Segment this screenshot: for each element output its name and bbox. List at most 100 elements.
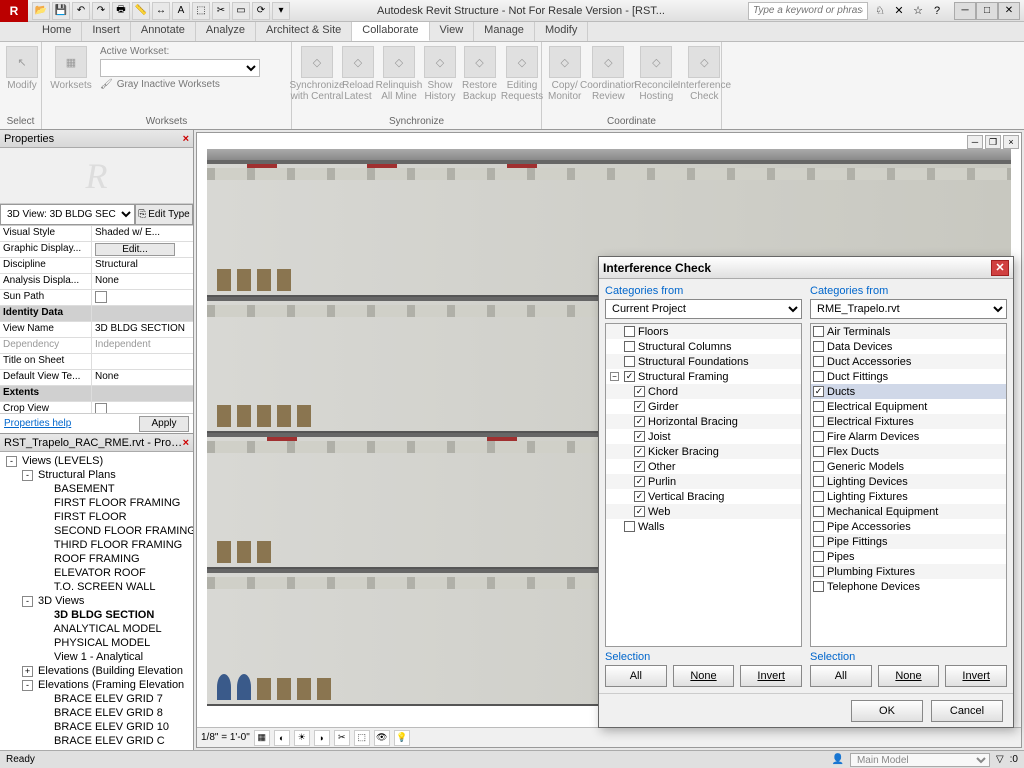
category-checkbox[interactable]: ✓ xyxy=(634,461,645,472)
properties-help-link[interactable]: Properties help xyxy=(4,418,71,429)
text-icon[interactable]: A xyxy=(172,2,190,20)
property-row[interactable]: Sun Path xyxy=(0,290,193,306)
category-checkbox[interactable] xyxy=(813,536,824,547)
shadows-icon[interactable]: ◗ xyxy=(314,730,330,746)
tree-node[interactable]: ELEVATOR ROOF xyxy=(2,566,191,580)
tree-node[interactable]: View 1 - Analytical xyxy=(2,650,191,664)
ok-button[interactable]: OK xyxy=(851,700,923,722)
visual-style-icon[interactable]: ◐ xyxy=(274,730,290,746)
category-item[interactable]: ✓Vertical Bracing xyxy=(606,489,801,504)
undo-icon[interactable]: ↶ xyxy=(72,2,90,20)
property-row[interactable]: View Name3D BLDG SECTION xyxy=(0,322,193,338)
category-checkbox[interactable] xyxy=(813,506,824,517)
category-item[interactable]: Duct Fittings xyxy=(811,369,1006,384)
category-item[interactable]: Electrical Fixtures xyxy=(811,414,1006,429)
category-item[interactable]: Flex Ducts xyxy=(811,444,1006,459)
tree-node[interactable]: T.O. SCREEN WALL xyxy=(2,580,191,594)
tree-node[interactable]: ROOF FRAMING xyxy=(2,552,191,566)
copy--monitor-button[interactable]: ◇Copy/ Monitor xyxy=(548,46,581,102)
measure-icon[interactable]: 📏 xyxy=(132,2,150,20)
reload-latest-button[interactable]: ◇Reload Latest xyxy=(342,46,374,102)
category-checkbox[interactable] xyxy=(813,521,824,532)
tree-node[interactable]: BRACE ELEV GRID 7 xyxy=(2,692,191,706)
mdi-minimize-icon[interactable]: ─ xyxy=(967,135,983,149)
tab-view[interactable]: View xyxy=(430,22,475,41)
category-checkbox[interactable] xyxy=(813,416,824,427)
category-checkbox[interactable]: ✓ xyxy=(634,506,645,517)
category-checkbox[interactable] xyxy=(813,491,824,502)
category-item[interactable]: ✓Other xyxy=(606,459,801,474)
favorites-icon[interactable]: ☆ xyxy=(910,3,926,19)
property-row[interactable]: DependencyIndependent xyxy=(0,338,193,354)
category-checkbox[interactable] xyxy=(813,356,824,367)
category-checkbox[interactable]: ✓ xyxy=(634,476,645,487)
category-item[interactable]: Duct Accessories xyxy=(811,354,1006,369)
category-checkbox[interactable] xyxy=(813,461,824,472)
subscription-icon[interactable]: ♘ xyxy=(872,3,888,19)
category-item[interactable]: ✓Joist xyxy=(606,429,801,444)
tree-node[interactable]: - 3D Views xyxy=(2,594,191,608)
right-category-list[interactable]: Air TerminalsData DevicesDuct Accessorie… xyxy=(810,323,1007,647)
tree-node[interactable]: BRACE ELEV GRID C xyxy=(2,734,191,748)
checkbox[interactable] xyxy=(95,403,107,413)
category-checkbox[interactable] xyxy=(813,431,824,442)
left-source-dropdown[interactable]: Current Project xyxy=(605,299,802,319)
category-checkbox[interactable] xyxy=(813,446,824,457)
category-checkbox[interactable]: ✓ xyxy=(634,431,645,442)
category-item[interactable]: Data Devices xyxy=(811,339,1006,354)
property-row[interactable]: Analysis Displa...None xyxy=(0,274,193,290)
property-row[interactable]: Crop View xyxy=(0,402,193,413)
redo-icon[interactable]: ↷ xyxy=(92,2,110,20)
search-input[interactable] xyxy=(748,2,868,20)
scale-display[interactable]: 1/8" = 1'-0" xyxy=(201,732,250,743)
category-item[interactable]: Fire Alarm Devices xyxy=(811,429,1006,444)
right-invert-button[interactable]: Invert xyxy=(945,665,1007,687)
tree-node[interactable]: ANALYTICAL MODEL xyxy=(2,622,191,636)
category-item[interactable]: ✓Horizontal Bracing xyxy=(606,414,801,429)
tree-node[interactable]: - Elevations (Framing Elevation xyxy=(2,678,191,692)
category-checkbox[interactable] xyxy=(813,476,824,487)
category-item[interactable]: Telephone Devices xyxy=(811,579,1006,594)
left-invert-button[interactable]: Invert xyxy=(740,665,802,687)
reveal-hidden-icon[interactable]: 💡 xyxy=(394,730,410,746)
category-checkbox[interactable] xyxy=(813,341,824,352)
tree-node[interactable]: 3D BLDG SECTION xyxy=(2,608,191,622)
category-item[interactable]: ✓Purlin xyxy=(606,474,801,489)
sheet-icon[interactable]: ▭ xyxy=(232,2,250,20)
tree-node[interactable]: BRACE ELEV GRID 10 xyxy=(2,720,191,734)
tree-node[interactable]: SECOND FLOOR FRAMING xyxy=(2,524,191,538)
restore-backup-button[interactable]: ◇Restore Backup xyxy=(462,46,497,102)
category-item[interactable]: ✓Ducts xyxy=(811,384,1006,399)
property-row[interactable]: Title on Sheet xyxy=(0,354,193,370)
left-all-button[interactable]: All xyxy=(605,665,667,687)
category-item[interactable]: Electrical Equipment xyxy=(811,399,1006,414)
left-category-list[interactable]: FloorsStructural ColumnsStructural Found… xyxy=(605,323,802,647)
tree-toggle-icon[interactable]: - xyxy=(22,470,33,481)
category-item[interactable]: Floors xyxy=(606,324,801,339)
tree-toggle-icon[interactable]: - xyxy=(22,680,33,691)
property-row[interactable]: DisciplineStructural xyxy=(0,258,193,274)
category-checkbox[interactable] xyxy=(813,551,824,562)
project-browser-tree[interactable]: - Views (LEVELS)- Structural Plans BASEM… xyxy=(0,452,193,750)
category-item[interactable]: Pipes xyxy=(811,549,1006,564)
workset-status-icon[interactable]: 👤 xyxy=(832,754,844,765)
hide-isolate-icon[interactable]: 👁 xyxy=(374,730,390,746)
tab-home[interactable]: Home xyxy=(32,22,82,41)
category-item[interactable]: Pipe Accessories xyxy=(811,519,1006,534)
category-item[interactable]: Air Terminals xyxy=(811,324,1006,339)
category-item[interactable]: Walls xyxy=(606,519,801,534)
dimension-icon[interactable]: ↔ xyxy=(152,2,170,20)
collapse-icon[interactable]: − xyxy=(610,372,619,381)
section-icon[interactable]: ✂ xyxy=(212,2,230,20)
right-source-dropdown[interactable]: RME_Trapelo.rvt xyxy=(810,299,1007,319)
interference-check-button[interactable]: ◇Interference Check xyxy=(683,46,725,102)
tree-toggle-icon[interactable]: - xyxy=(22,596,33,607)
category-item[interactable]: Lighting Fixtures xyxy=(811,489,1006,504)
apply-button[interactable]: Apply xyxy=(139,416,189,432)
category-checkbox[interactable]: ✓ xyxy=(634,401,645,412)
category-checkbox[interactable] xyxy=(624,521,635,532)
tab-collaborate[interactable]: Collaborate xyxy=(352,22,429,41)
coordination-review-button[interactable]: ◇Coordination Review xyxy=(587,46,629,102)
sync-icon[interactable]: ⟳ xyxy=(252,2,270,20)
category-item[interactable]: Structural Columns xyxy=(606,339,801,354)
